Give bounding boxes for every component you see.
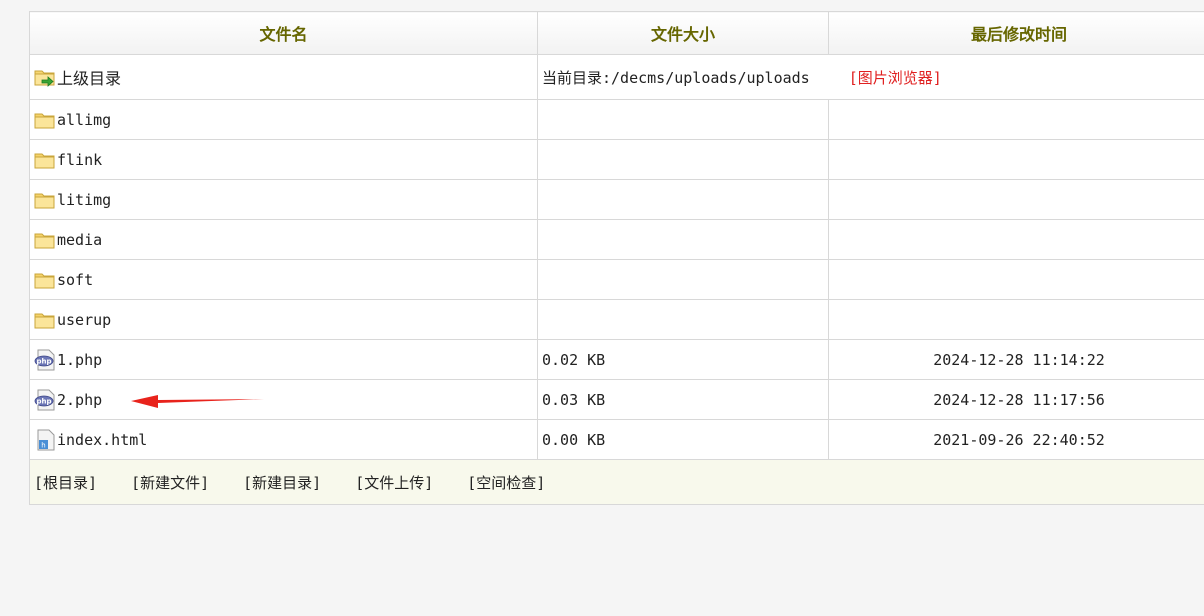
file-mtime-cell	[828, 179, 1204, 220]
folder-icon	[34, 309, 56, 331]
php-file-icon: php	[34, 349, 56, 371]
file-name-cell[interactable]: userup	[29, 299, 538, 340]
file-name-cell[interactable]: allimg	[29, 99, 538, 140]
file-name: media	[57, 230, 103, 249]
folder-icon	[34, 229, 56, 251]
file-size-cell	[537, 139, 829, 180]
file-mtime-cell: 2021-09-26 22:40:52	[828, 419, 1204, 460]
file-size-cell	[537, 299, 829, 340]
table-row: litimg	[29, 179, 1204, 220]
file-name: 1.php	[57, 350, 103, 369]
folder-icon	[34, 109, 56, 131]
svg-text:php: php	[36, 397, 51, 405]
upload-file-link[interactable]: [文件上传]	[355, 474, 433, 492]
col-header-mtime: 最后修改时间	[828, 11, 1204, 55]
file-size-cell	[537, 179, 829, 220]
table-row: h index.html 0.00 KB 2021-09-26 22:40:52	[29, 419, 1204, 460]
file-mtime-cell	[828, 219, 1204, 260]
file-name: 2.php	[57, 390, 103, 409]
file-size-cell	[537, 99, 829, 140]
footer-row: [根目录] [新建文件] [新建目录] [文件上传] [空间检查]	[29, 459, 1204, 505]
current-dir-cell: 当前目录:/decms/uploads/uploads [图片浏览器]	[537, 54, 1204, 100]
file-name-cell[interactable]: soft	[29, 259, 538, 300]
table-header: 文件名 文件大小 最后修改时间	[29, 11, 1204, 55]
file-name-cell[interactable]: php 1.php	[29, 339, 538, 380]
file-name: index.html	[57, 430, 148, 449]
col-header-size: 文件大小	[537, 11, 829, 55]
parent-dir-cell[interactable]: 上级目录	[29, 54, 538, 100]
file-mtime-cell: 2024-12-28 11:14:22	[828, 339, 1204, 380]
file-name-cell[interactable]: litimg	[29, 179, 538, 220]
file-name-cell[interactable]: media	[29, 219, 538, 260]
file-table: 文件名 文件大小 最后修改时间 上级目录 当前目录:/decms/uploads…	[29, 11, 1204, 505]
file-mtime-cell	[828, 299, 1204, 340]
html-file-icon: h	[34, 429, 56, 451]
file-size-cell: 0.00 KB	[537, 419, 829, 460]
file-name: allimg	[57, 110, 112, 129]
file-size-cell: 0.02 KB	[537, 339, 829, 380]
file-name: userup	[57, 310, 112, 329]
col-header-name: 文件名	[29, 11, 538, 55]
svg-text:h: h	[41, 441, 45, 449]
svg-text:php: php	[36, 357, 51, 365]
folder-up-icon	[34, 66, 56, 88]
file-name: litimg	[57, 190, 112, 209]
table-row: media	[29, 219, 1204, 260]
space-check-link[interactable]: [空间检查]	[467, 474, 545, 492]
file-mtime-cell: 2024-12-28 11:17:56	[828, 379, 1204, 420]
file-name: soft	[57, 270, 94, 289]
folder-icon	[34, 269, 56, 291]
image-browser-link[interactable]: [图片浏览器]	[849, 69, 942, 87]
table-row: flink	[29, 139, 1204, 180]
file-size-cell	[537, 219, 829, 260]
new-file-link[interactable]: [新建文件]	[131, 474, 209, 492]
footer-cell: [根目录] [新建文件] [新建目录] [文件上传] [空间检查]	[29, 459, 1204, 505]
current-dir-text: 当前目录:/decms/uploads/uploads	[542, 68, 810, 87]
file-mtime-cell	[828, 259, 1204, 300]
file-name-cell[interactable]: h index.html	[29, 419, 538, 460]
table-row: php 1.php 0.02 KB 2024-12-28 11:14:22	[29, 339, 1204, 380]
file-name: flink	[57, 150, 103, 169]
file-manager: 文件名 文件大小 最后修改时间 上级目录 当前目录:/decms/uploads…	[29, 11, 1204, 505]
table-row: allimg	[29, 99, 1204, 140]
file-size-cell	[537, 259, 829, 300]
root-dir-link[interactable]: [根目录]	[34, 474, 97, 492]
folder-icon	[34, 189, 56, 211]
folder-icon	[34, 149, 56, 171]
table-row: userup	[29, 299, 1204, 340]
file-name-cell[interactable]: flink	[29, 139, 538, 180]
red-arrow-annotation	[131, 395, 264, 408]
parent-dir-row: 上级目录 当前目录:/decms/uploads/uploads [图片浏览器]	[29, 54, 1204, 100]
table-row: soft	[29, 259, 1204, 300]
file-size-cell: 0.03 KB	[537, 379, 829, 420]
file-mtime-cell	[828, 99, 1204, 140]
file-mtime-cell	[828, 139, 1204, 180]
new-dir-link[interactable]: [新建目录]	[243, 474, 321, 492]
parent-dir-label: 上级目录	[57, 69, 122, 88]
file-name-cell[interactable]: php 2.php	[29, 379, 538, 420]
php-file-icon: php	[34, 389, 56, 411]
